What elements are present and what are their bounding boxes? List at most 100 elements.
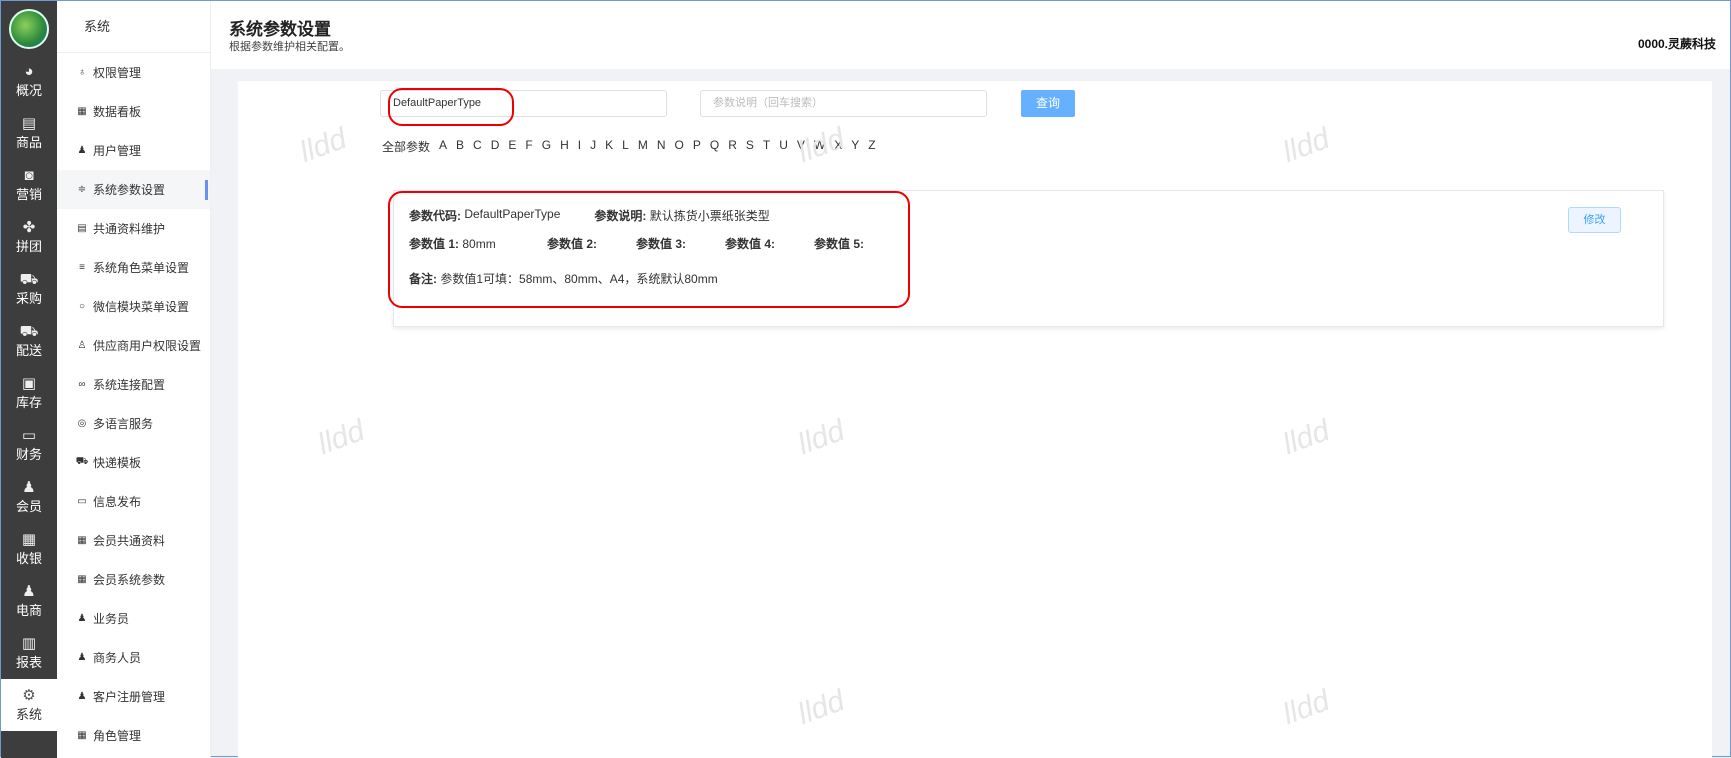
nav-item-5[interactable]: ⛟ 配送 xyxy=(1,315,57,367)
nav-item-label: 概况 xyxy=(15,83,42,98)
sidebar-item-label: 微信模块菜单设置 xyxy=(93,300,190,314)
link-icon: ∞ xyxy=(78,379,86,390)
nav-item-6[interactable]: ▣ 库存 xyxy=(1,367,57,419)
sidebar-item[interactable]: ♟ 业务员 xyxy=(57,599,210,638)
nav-item-9[interactable]: ▦ 收银 xyxy=(1,523,57,575)
letter-filter-item[interactable]: L xyxy=(622,138,629,155)
cart-icon: ⛟ xyxy=(19,271,39,288)
nav-item-3[interactable]: ✤ 拼团 xyxy=(1,211,57,263)
book-icon: ▤ xyxy=(77,223,87,234)
param-desc-input[interactable]: 参数说明（回车搜索） xyxy=(700,90,987,117)
sidebar-item[interactable]: ♁ 权限管理 xyxy=(57,53,210,92)
page-header: 系统参数设置 根据参数维护相关配置。 0000.灵蕨科技 xyxy=(211,1,1730,69)
sidebar-item[interactable]: ♟ 客户注册管理 xyxy=(57,677,210,716)
sidebar-item[interactable]: ◎ 多语言服务 xyxy=(57,404,210,443)
letter-filter: 全部参数 A B C D E F G H I J K L M N O P Q R S T U V W X Y Z xyxy=(382,138,876,155)
language-icon: ◎ xyxy=(77,418,87,429)
grid-icon: ▦ xyxy=(77,535,87,546)
content-panel: DefaultPaperType 参数说明（回车搜索） 查询 全部参数 A B C D E… xyxy=(238,81,1712,758)
nav-item-12[interactable]: ⚙ 系统 xyxy=(1,679,57,731)
nav-item-label: 商品 xyxy=(15,135,42,150)
nav-item-1[interactable]: ▤ 商品 xyxy=(1,107,57,159)
watermark: lldd xyxy=(295,122,351,170)
letter-filter-item[interactable]: D xyxy=(491,138,500,155)
nav-item-label: 电商 xyxy=(15,603,42,618)
letter-filter-item[interactable]: O xyxy=(674,138,683,155)
letter-filter-item[interactable]: 全部参数 xyxy=(382,138,430,155)
truck-icon: ⛟ xyxy=(75,456,89,467)
sidebar-item[interactable]: ⛟ 快递模板 xyxy=(57,443,210,482)
letter-filter-item[interactable]: V xyxy=(797,138,805,155)
letter-filter-item[interactable]: B xyxy=(456,138,464,155)
nav-item-label: 收银 xyxy=(15,551,42,566)
main-nav: ◕ 概况 ▤ 商品 ◙ 营销 ✤ 拼团 ⛟ 采购 ⛟ 配送 ▣ 库存 ▭ 财务 ♟ 会员 ▦ 收银 ♟ 电商 ▥ 报表 ⚙ 系统 xyxy=(1,1,57,758)
letter-filter-item[interactable]: T xyxy=(763,138,770,155)
letter-filter-item[interactable]: I xyxy=(578,138,581,155)
sidebar-item[interactable]: ≡ 系统角色菜单设置 xyxy=(57,248,210,287)
letter-filter-item[interactable]: P xyxy=(693,138,701,155)
sidebar-item[interactable]: ▤ 共通资料维护 xyxy=(57,209,210,248)
message-icon: ▭ xyxy=(77,496,87,507)
letter-filter-item[interactable]: A xyxy=(439,138,447,155)
letter-filter-item[interactable]: Q xyxy=(710,138,719,155)
letter-filter-item[interactable]: R xyxy=(728,138,737,155)
sidebar-item[interactable]: ▦ 会员系统参数 xyxy=(57,560,210,599)
watermark: lldd xyxy=(1278,414,1334,462)
modify-button[interactable]: 修改 xyxy=(1568,207,1621,233)
nav-item-0[interactable]: ◕ 概况 xyxy=(1,55,57,107)
watermark: lldd xyxy=(313,414,369,462)
nav-item-7[interactable]: ▭ 财务 xyxy=(1,419,57,471)
sidebar-item[interactable]: ♟ 用户管理 xyxy=(57,131,210,170)
nav-item-4[interactable]: ⛟ 采购 xyxy=(1,263,57,315)
letter-filter-item[interactable]: H xyxy=(560,138,569,155)
finance-icon: ▭ xyxy=(21,427,37,444)
sidebar-item[interactable]: ▦ 角色管理 xyxy=(57,716,210,755)
register-icon: ▦ xyxy=(21,531,37,548)
letter-filter-item[interactable]: S xyxy=(746,138,754,155)
letter-filter-item[interactable]: Y xyxy=(851,138,859,155)
nav-item-label: 财务 xyxy=(15,447,42,462)
sidebar-item[interactable]: ≑ 系统参数设置 xyxy=(57,170,210,209)
sidebar-item-label: 会员系统参数 xyxy=(93,573,166,587)
letter-filter-item[interactable]: G xyxy=(542,138,551,155)
sidebar-item-label: 用户管理 xyxy=(93,144,142,158)
nav-item-11[interactable]: ▥ 报表 xyxy=(1,627,57,679)
letter-filter-item[interactable]: X xyxy=(834,138,842,155)
watermark: lldd xyxy=(793,684,849,732)
letter-filter-item[interactable]: K xyxy=(605,138,613,155)
nav-item-10[interactable]: ♟ 电商 xyxy=(1,575,57,627)
sidebar-item[interactable]: ▦ 会员共通资料 xyxy=(57,521,210,560)
letter-filter-item[interactable]: F xyxy=(525,138,532,155)
letter-filter-item[interactable]: W xyxy=(814,138,825,155)
sidebar-item[interactable]: ♟ 商务人员 xyxy=(57,638,210,677)
nav-item-label: 系统 xyxy=(15,707,42,722)
sidebar-item[interactable]: ♙ 供应商用户权限设置 xyxy=(57,326,210,365)
letter-filter-item[interactable]: M xyxy=(638,138,648,155)
user-icon: ♟ xyxy=(77,613,87,624)
user-icon: ♟ xyxy=(22,479,36,496)
nav-item-2[interactable]: ◙ 营销 xyxy=(1,159,57,211)
letter-filter-item[interactable]: J xyxy=(590,138,596,155)
company-name[interactable]: 0000.灵蕨科技 xyxy=(1638,35,1716,52)
nav-item-8[interactable]: ♟ 会员 xyxy=(1,471,57,523)
query-button[interactable]: 查询 xyxy=(1021,90,1075,117)
sidebar-item[interactable]: ▭ 信息发布 xyxy=(57,482,210,521)
nav-item-label: 拼团 xyxy=(15,239,42,254)
letter-filter-item[interactable]: C xyxy=(473,138,482,155)
letter-filter-item[interactable]: Z xyxy=(868,138,875,155)
letter-filter-item[interactable]: E xyxy=(508,138,516,155)
letter-filter-item[interactable]: N xyxy=(657,138,666,155)
letter-filter-item[interactable]: U xyxy=(779,138,788,155)
sidebar-item[interactable]: ○ 微信模块菜单设置 xyxy=(57,287,210,326)
ecommerce-icon: ♟ xyxy=(22,583,36,600)
users-icon: ♟ xyxy=(77,691,87,702)
sidebar-item[interactable]: ▦ 数据看板 xyxy=(57,92,210,131)
sliders-icon: ≑ xyxy=(77,184,87,195)
watermark: lldd xyxy=(793,414,849,462)
sidebar-item-label: 信息发布 xyxy=(93,495,142,509)
watermark: lldd xyxy=(1278,122,1334,170)
sidebar-item-label: 供应商用户权限设置 xyxy=(93,339,202,353)
sidebar-item[interactable]: ∞ 系统连接配置 xyxy=(57,365,210,404)
sidebar-item-label: 业务员 xyxy=(93,612,130,626)
group-icon: ✤ xyxy=(22,219,36,236)
